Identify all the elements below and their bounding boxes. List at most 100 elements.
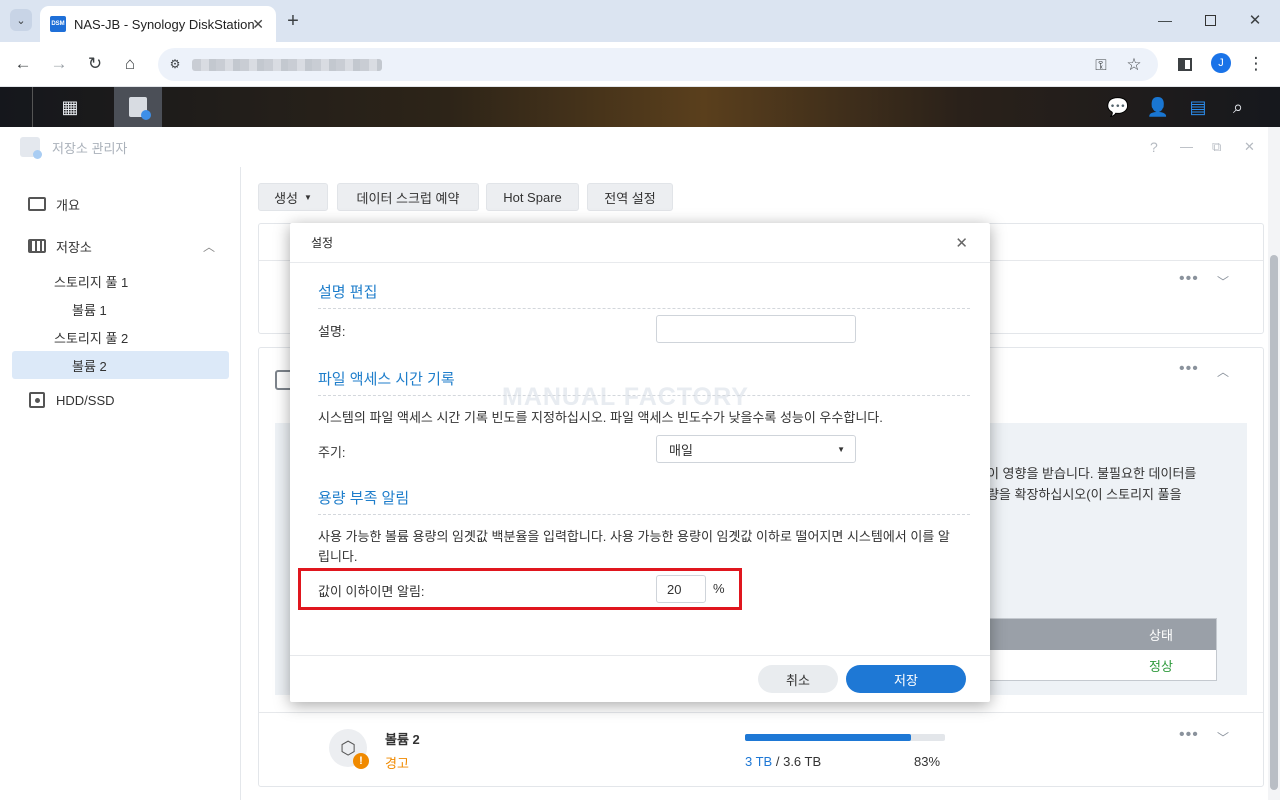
period-label: 주기:: [318, 445, 346, 460]
dialog-close-icon[interactable]: ✕: [955, 234, 968, 252]
back-icon[interactable]: ←: [12, 53, 34, 75]
hot-spare-button[interactable]: Hot Spare: [486, 183, 579, 211]
usage-separator: /: [775, 754, 780, 769]
dialog-header: 설정 ✕: [290, 223, 990, 263]
sidebar-item-pool-2[interactable]: 스토리지 풀 2: [12, 323, 229, 351]
storage-manager-taskbar-icon[interactable]: [114, 87, 162, 127]
key-icon[interactable]: ⚿: [1090, 54, 1112, 76]
threshold-unit: %: [713, 581, 725, 596]
sidebar-item-pool-1[interactable]: 스토리지 풀 1: [12, 267, 229, 295]
new-tab-button[interactable]: +: [282, 10, 304, 32]
sidebar-item-label: 볼륨 2: [72, 358, 107, 374]
create-label: 생성: [274, 190, 298, 206]
sidebar-item-label: 볼륨 1: [72, 302, 107, 318]
tab-close-icon[interactable]: ✕: [252, 16, 264, 33]
global-settings-button[interactable]: 전역 설정: [587, 183, 673, 211]
app-minimize-icon[interactable]: —: [1180, 139, 1193, 154]
threshold-input[interactable]: 20: [656, 575, 706, 603]
dsm-taskbar: ▦ 💬 👤 ▤ ⌕: [0, 87, 1280, 127]
main-menu-icon[interactable]: ▦: [46, 87, 94, 127]
usage-text: 3 TB / 3.6 TB: [745, 754, 821, 769]
access-time-description: 시스템의 파일 액세스 시간 기록 빈도를 지정하십시오. 파일 액세스 빈도수…: [318, 410, 883, 425]
chevron-down-icon[interactable]: ﹀: [1217, 273, 1229, 290]
scrollbar[interactable]: [1268, 127, 1280, 800]
minimize-icon[interactable]: —: [1155, 10, 1175, 30]
sidebar-item-volume-1[interactable]: 볼륨 1: [12, 295, 229, 323]
status-header: 상태: [976, 619, 1216, 650]
dialog-title: 설정: [311, 236, 334, 250]
cancel-button[interactable]: 취소: [758, 665, 838, 693]
chevron-up-icon[interactable]: ︿: [1217, 363, 1229, 380]
forward-icon[interactable]: →: [48, 53, 70, 75]
chevron-up-icon[interactable]: ︿: [203, 238, 215, 255]
warning-text: 능이 영향을 받습니다. 불필요한 데이터를 용량을 확장하십시오(이 스토리지…: [975, 463, 1237, 505]
caret-down-icon: ▼: [837, 444, 845, 454]
section-description: 설명 편집: [318, 281, 970, 309]
menu-kebab-icon[interactable]: ⋮: [1245, 53, 1267, 75]
side-panel-icon[interactable]: [1174, 53, 1196, 75]
search-icon[interactable]: ⌕: [1214, 87, 1262, 127]
chevron-down-icon[interactable]: ﹀: [1217, 729, 1229, 746]
site-info-icon[interactable]: ⚙: [166, 55, 184, 73]
warning-badge-icon: !: [353, 753, 369, 769]
bookmark-star-icon[interactable]: ☆: [1123, 54, 1145, 76]
sidebar-item-label: 스토리지 풀 2: [54, 330, 129, 346]
volume-name[interactable]: 볼륨 2: [385, 729, 420, 748]
sidebar-item-overview[interactable]: 개요: [12, 190, 229, 218]
app-close-icon[interactable]: ✕: [1244, 139, 1255, 155]
sidebar-item-label: 스토리지 풀 1: [54, 274, 129, 290]
low-capacity-description: 사용 가능한 볼륨 용량의 임곗값 백분율을 입력합니다. 사용 가능한 용량이…: [318, 529, 950, 564]
status-table: 상태 정상: [975, 618, 1217, 681]
section-low-capacity: 용량 부족 알림: [318, 487, 970, 515]
more-icon[interactable]: •••: [1179, 360, 1199, 378]
tab-search-icon[interactable]: ⌄: [10, 9, 32, 31]
settings-dialog: 설정 ✕ MANUAL FACTORY 설명 편집 설명: 파일 액세스 시간 …: [290, 223, 990, 702]
scrub-schedule-button[interactable]: 데이터 스크럽 예약: [337, 183, 479, 211]
more-icon[interactable]: •••: [1179, 270, 1199, 288]
hdd-icon: [29, 392, 45, 408]
storage-icon: [28, 239, 46, 253]
dsm-favicon-icon: DSM: [50, 16, 66, 32]
volume-status: 경고: [385, 756, 409, 771]
browser-tab-strip: ⌄ DSM NAS-JB - Synology DiskStation ✕ + …: [0, 0, 1280, 42]
scrollbar-thumb[interactable]: [1270, 255, 1278, 790]
total-size: 3.6 TB: [783, 754, 822, 769]
warning-line: 능이 영향을 받습니다. 불필요한 데이터를: [975, 466, 1197, 481]
more-icon[interactable]: •••: [1179, 726, 1199, 744]
sidebar: 개요 저장소 ︿ 스토리지 풀 1 볼륨 1 스토리지 풀 2 볼륨 2 HDD…: [0, 167, 241, 800]
threshold-label: 값이 이하이면 알림:: [318, 584, 425, 599]
usage-bar-fill: [745, 734, 911, 741]
app-title-bar: 저장소 관리자 ? — ⧉ ✕: [0, 127, 1268, 167]
sidebar-item-label: HDD/SSD: [56, 392, 115, 408]
sidebar-item-hdd-ssd[interactable]: HDD/SSD: [12, 386, 229, 414]
reload-icon[interactable]: ↻: [84, 53, 106, 75]
profile-avatar[interactable]: J: [1211, 53, 1231, 73]
used-size: 3 TB: [745, 754, 773, 769]
sidebar-item-volume-2[interactable]: 볼륨 2: [12, 351, 229, 379]
maximize-icon[interactable]: [1200, 10, 1220, 30]
period-select[interactable]: 매일 ▼: [656, 435, 856, 463]
address-bar[interactable]: ⚙ ⚿ ☆: [158, 48, 1158, 81]
home-icon[interactable]: ⌂: [119, 53, 141, 75]
sidebar-item-label: 저장소: [56, 239, 92, 255]
sidebar-item-label: 개요: [56, 197, 80, 213]
description-label: 설명:: [318, 324, 346, 339]
usage-bar: [745, 734, 945, 741]
browser-toolbar: ← → ↻ ⌂ ⚙ ⚿ ☆ J ⋮: [0, 42, 1280, 87]
status-value: 정상: [1149, 659, 1173, 674]
tab-title: NAS-JB - Synology DiskStation: [74, 16, 255, 32]
app-title: 저장소 관리자: [52, 140, 128, 156]
save-button[interactable]: 저장: [846, 665, 966, 693]
browser-tab[interactable]: DSM NAS-JB - Synology DiskStation ✕: [40, 6, 276, 42]
app-restore-icon[interactable]: ⧉: [1212, 139, 1221, 155]
caret-down-icon: ▼: [304, 192, 312, 202]
section-access-time: 파일 액세스 시간 기록: [318, 368, 970, 396]
warning-line: 용량을 확장하십시오(이 스토리지 풀을: [975, 487, 1182, 502]
create-button[interactable]: 생성 ▼: [258, 183, 328, 211]
description-input[interactable]: [656, 315, 856, 343]
help-icon[interactable]: ?: [1150, 139, 1158, 155]
sidebar-item-storage[interactable]: 저장소 ︿: [12, 232, 229, 260]
volume-cube-icon: ⬡ !: [329, 729, 369, 769]
usage-percent: 83%: [914, 754, 941, 769]
window-close-icon[interactable]: ✕: [1245, 10, 1265, 30]
